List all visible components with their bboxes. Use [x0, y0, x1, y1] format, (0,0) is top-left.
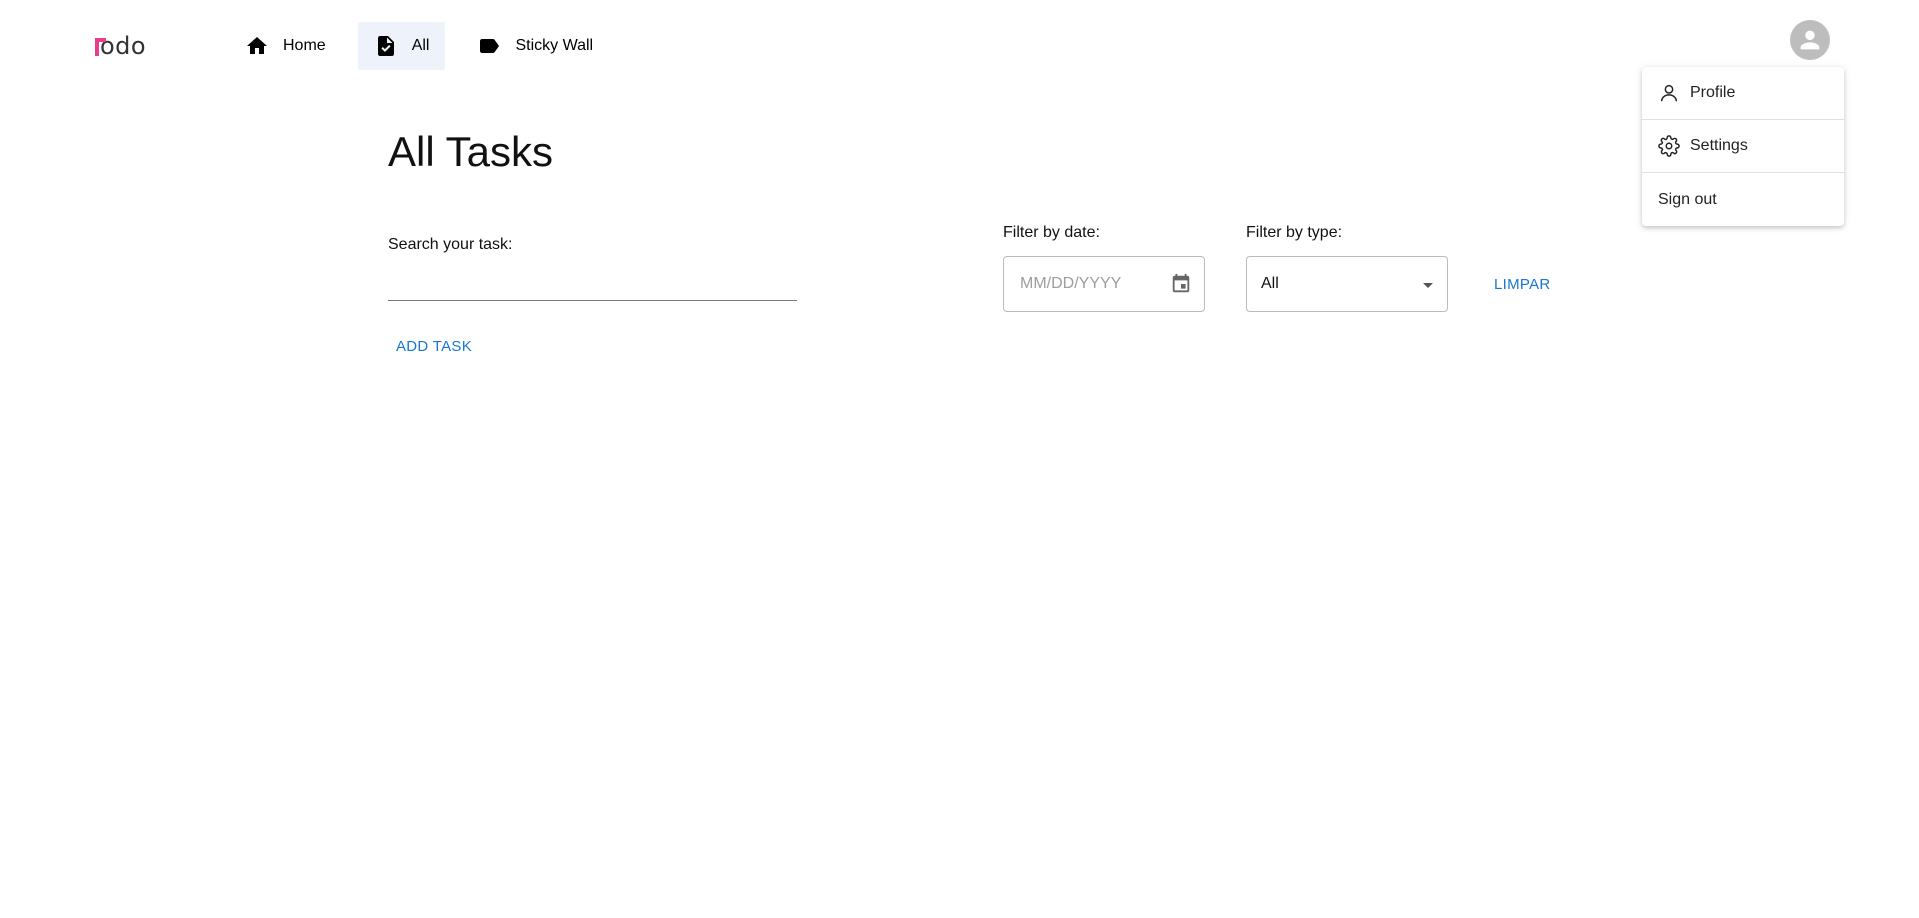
logo-text: odo [100, 32, 147, 60]
user-avatar-button[interactable] [1790, 20, 1830, 60]
nav-home-label: Home [283, 37, 326, 54]
filter-type-label: Filter by type: [1246, 224, 1343, 241]
menu-settings-label: Settings [1690, 137, 1748, 154]
add-task-button[interactable]: ADD TASK [388, 332, 480, 361]
user-outline-icon [1660, 84, 1678, 102]
task-document-icon [377, 36, 394, 56]
calendar-icon[interactable] [1170, 273, 1192, 295]
menu-profile-label: Profile [1690, 84, 1736, 101]
chevron-down-icon [1423, 282, 1433, 288]
page-title: All Tasks [388, 128, 553, 175]
nav-sticky-label: Sticky Wall [515, 37, 594, 54]
label-tag-icon [480, 39, 500, 53]
gear-icon [1658, 135, 1680, 157]
nav-all[interactable]: All [357, 22, 446, 70]
menu-item-profile[interactable]: Profile [1642, 67, 1844, 120]
app-logo[interactable]: odo [95, 32, 146, 60]
filter-date-label: Filter by date: [1003, 224, 1100, 241]
menu-item-sign-out[interactable]: Sign out [1642, 173, 1844, 226]
type-filter-select[interactable]: All [1246, 256, 1448, 312]
clear-filters-button[interactable]: LIMPAR [1486, 270, 1559, 299]
user-dropdown-menu: Profile Settings Sign out [1642, 67, 1844, 226]
main-content: All Tasks [388, 128, 553, 176]
top-navbar: odo Home All Sticky Wall [0, 0, 1919, 90]
main-nav: Home All Sticky Wall [229, 22, 609, 70]
nav-home[interactable]: Home [229, 22, 342, 70]
person-icon [1800, 30, 1820, 50]
logo-mark [95, 38, 106, 56]
nav-all-label: All [411, 37, 430, 54]
search-label: Search your task: [388, 236, 513, 253]
nav-sticky-wall[interactable]: Sticky Wall [461, 22, 609, 70]
home-icon [247, 37, 267, 54]
date-filter-input[interactable] [1018, 274, 1162, 294]
menu-sign-out-label: Sign out [1658, 190, 1717, 208]
type-filter-value: All [1261, 275, 1279, 292]
date-filter-field[interactable] [1003, 256, 1205, 312]
menu-item-settings[interactable]: Settings [1642, 120, 1844, 173]
search-input[interactable] [388, 262, 797, 301]
